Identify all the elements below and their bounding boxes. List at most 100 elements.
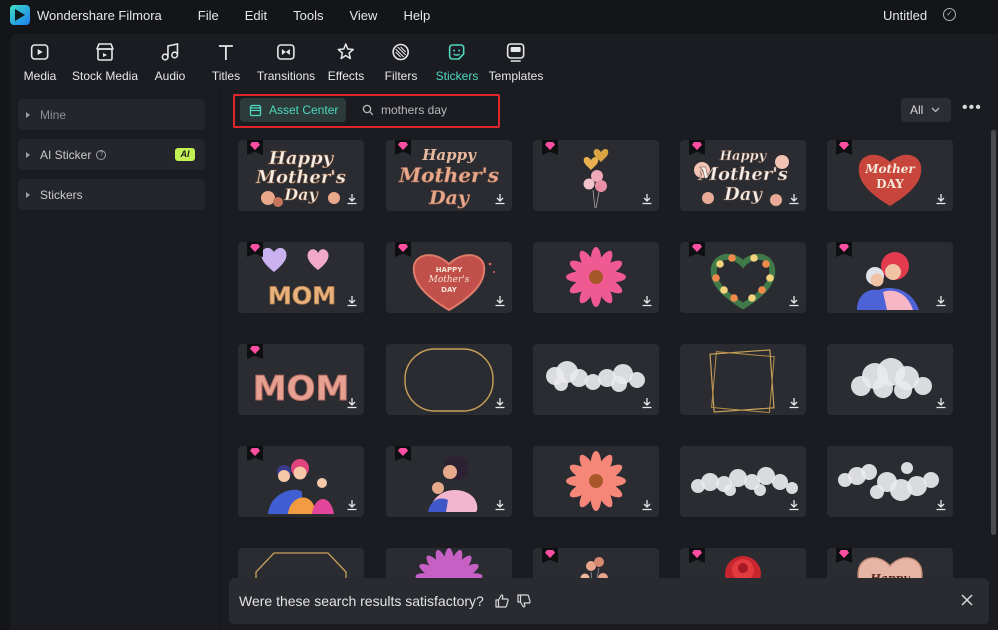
download-icon[interactable] [641,499,653,511]
sticker-card[interactable] [827,242,953,313]
download-icon[interactable] [788,397,800,409]
sticker-card[interactable] [533,140,659,211]
download-icon[interactable] [346,397,358,409]
menu-tools[interactable]: Tools [293,8,323,23]
tab-media[interactable]: Media [23,41,57,83]
tab-stickers[interactable]: Stickers [435,41,479,83]
expand-arrow-icon [26,111,30,118]
sticker-card[interactable] [238,446,364,517]
sticker-card[interactable] [827,344,953,415]
tab-filters[interactable]: Filters [385,41,417,83]
download-icon[interactable] [641,193,653,205]
sticker-card[interactable] [386,344,512,415]
svg-text:Mother's: Mother's [398,163,499,187]
svg-text:Day: Day [283,185,319,204]
download-icon[interactable] [788,193,800,205]
tab-label: Media [23,69,57,83]
download-icon[interactable] [346,193,358,205]
download-icon[interactable] [494,295,506,307]
sidebar-item-mine[interactable]: Mine [18,99,205,130]
sticker-card[interactable] [533,446,659,517]
sticker-card[interactable]: HAPPY Mother's DAY [386,242,512,313]
sticker-card[interactable]: MOM [238,242,364,313]
title-bar: Wondershare Filmora File Edit Tools View… [0,0,998,30]
sidebar-item-label: AI Sticker [40,147,92,162]
sidebar-item-stickers[interactable]: Stickers [18,179,205,210]
svg-text:Mother's: Mother's [428,275,470,285]
download-icon[interactable] [641,295,653,307]
menu-help[interactable]: Help [403,8,430,23]
templates-icon [505,41,527,63]
download-icon[interactable] [788,295,800,307]
download-icon[interactable] [641,397,653,409]
sticker-card[interactable] [680,446,806,517]
effects-icon [335,41,357,63]
sticker-card[interactable] [827,446,953,517]
tab-templates[interactable]: Templates [488,41,544,83]
thumbs-down-icon[interactable] [516,593,532,609]
svg-text:Happy: Happy [719,149,768,164]
svg-text:Mother: Mother [864,162,916,176]
project-title[interactable]: Untitled [883,8,927,23]
menu-view[interactable]: View [349,8,377,23]
search-query: mothers day [381,103,448,117]
search-input[interactable]: mothers day [356,99,496,121]
saved-check-icon: ✓ [943,8,956,21]
download-icon[interactable] [935,397,947,409]
download-icon[interactable] [935,193,947,205]
tab-label: Stock Media [71,69,139,83]
sticker-card[interactable]: Happy Mother's Day [238,140,364,211]
app-name: Wondershare Filmora [37,7,162,23]
tab-titles[interactable]: Titles [212,41,240,83]
menu-edit[interactable]: Edit [245,8,267,23]
sticker-card[interactable]: MOM [238,344,364,415]
tab-stock-media[interactable]: Stock Media [72,41,138,83]
svg-text:MOM: MOM [268,282,336,310]
close-icon[interactable] [960,593,974,607]
tab-audio[interactable]: Audio [155,41,185,83]
tab-label: Stickers [435,69,479,83]
tab-label: Effects [327,69,365,83]
sticker-card[interactable]: Mother DAY [827,140,953,211]
download-icon[interactable] [494,397,506,409]
tab-effects[interactable]: Effects [328,41,364,83]
tab-transitions[interactable]: Transitions [257,41,315,83]
titles-icon [215,41,237,63]
sticker-card[interactable] [533,344,659,415]
scrollbar[interactable] [991,130,996,535]
filters-icon [390,41,412,63]
download-icon[interactable] [346,499,358,511]
download-icon[interactable] [494,193,506,205]
sticker-card[interactable]: Happy Mother's Day [386,140,512,211]
sidebar-item-ai-sticker[interactable]: AI Sticker ? AI [18,139,205,170]
download-icon[interactable] [935,499,947,511]
more-options-icon[interactable]: ••• [962,100,982,116]
sticker-card[interactable] [680,344,806,415]
svg-text:Day: Day [428,187,471,209]
svg-text:DAY: DAY [876,177,904,191]
download-icon[interactable] [346,295,358,307]
feedback-bar: Were these search results satisfactory? [229,578,989,624]
menu-file[interactable]: File [198,8,219,23]
download-icon[interactable] [494,499,506,511]
download-icon[interactable] [788,499,800,511]
media-icon [29,41,51,63]
sticker-card[interactable] [386,446,512,517]
sidebar-item-label: Stickers [40,187,83,202]
ai-badge: AI [175,148,195,161]
asset-center-button[interactable]: Asset Center [240,98,346,122]
svg-text:Happy: Happy [268,148,335,169]
sticker-card[interactable]: Happy Mother's Day [680,140,806,211]
filter-select-value: All [910,103,924,117]
sticker-card[interactable] [680,242,806,313]
filter-select[interactable]: All [901,98,951,122]
download-icon[interactable] [935,295,947,307]
tab-label: Templates [488,69,544,83]
svg-text:HAPPY: HAPPY [436,266,464,274]
help-icon[interactable]: ? [96,149,107,160]
sticker-card[interactable] [533,242,659,313]
chevron-down-icon [931,107,940,113]
thumbs-up-icon[interactable] [494,593,510,609]
svg-text:Happy: Happy [421,146,477,164]
expand-arrow-icon [26,191,30,198]
